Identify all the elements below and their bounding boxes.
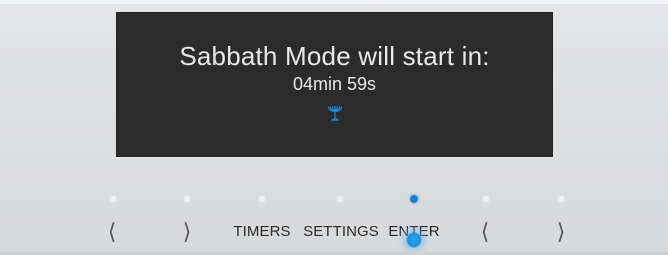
secondary-left-arrow-button[interactable]: ⟨	[481, 216, 490, 248]
indicator-led-7	[557, 195, 565, 203]
indicator-led-2	[183, 195, 191, 203]
sabbath-mode-message: Sabbath Mode will start in:	[179, 41, 490, 71]
indicator-led-4	[336, 195, 344, 203]
secondary-right-arrow-button[interactable]: ⟩	[557, 216, 566, 248]
countdown-timer: 04min 59s	[292, 74, 377, 94]
right-arrow-button[interactable]: ⟩	[183, 216, 192, 248]
menorah-icon	[327, 105, 343, 121]
indicator-led-6	[482, 195, 490, 203]
timers-button[interactable]: TIMERS	[233, 216, 290, 248]
control-panel-top-edge	[0, 0, 668, 4]
indicator-led-1	[109, 195, 117, 203]
indicator-led-3	[258, 195, 266, 203]
enter-button[interactable]: ENTER	[388, 216, 439, 248]
left-arrow-button[interactable]: ⟨	[108, 216, 117, 248]
display-screen: Sabbath Mode will start in: 04min 59s	[116, 12, 553, 157]
settings-button[interactable]: SETTINGS	[303, 216, 379, 248]
indicator-led-5-active	[410, 195, 418, 203]
